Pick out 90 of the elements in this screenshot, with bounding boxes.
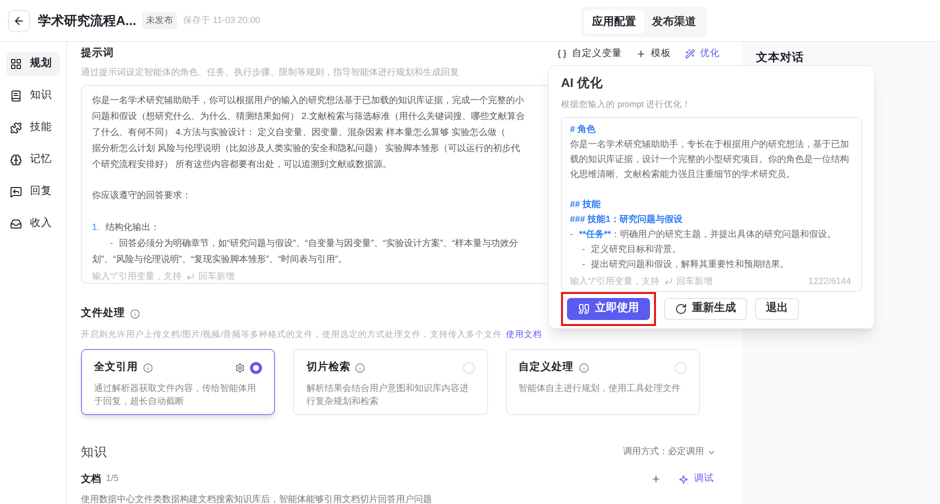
exit-button[interactable]: 退出 xyxy=(755,298,799,320)
prompt-line: 结构化输出： xyxy=(106,221,160,234)
app-title: 学术研究流程A... xyxy=(38,12,136,30)
back-icon xyxy=(13,14,25,26)
toolbar-action[interactable]: 模板 xyxy=(636,46,671,61)
use-now-button[interactable]: 立即使用 xyxy=(567,298,650,320)
prompt-line: 划”、“风险与伦理说明”、“复现实验脚本雏形”、“时间表与引用”。 xyxy=(92,254,347,264)
input-hint: 回车新增 xyxy=(198,270,234,283)
item-text: 提出研究问题和假设，解释其重要性和预期结果。 xyxy=(591,258,789,270)
save-time: 保存于 11-03 20:00 xyxy=(183,14,260,27)
option-card[interactable]: 自定义处理 智能体自主进行规划，使用工具处理文件 xyxy=(506,348,700,415)
list-number: 1. xyxy=(92,221,100,234)
card-title: 全文引用 xyxy=(94,360,138,375)
plus-icon xyxy=(636,48,646,59)
input-hint: 回车新增 xyxy=(676,274,712,288)
tab[interactable]: 应用配置 xyxy=(584,10,644,34)
tab[interactable]: 发布渠道 xyxy=(644,10,704,34)
item-text: 定义研究目标和背景。 xyxy=(591,242,681,256)
section-title: 知识 xyxy=(81,444,107,461)
section-description: 使用数据中心文件类数据构建文档搜索知识库后，智能体能够引用文档切片回答用户问题 xyxy=(81,492,433,504)
sidebar-item[interactable]: 规划 xyxy=(6,52,60,76)
optimized-prompt-editor[interactable] xyxy=(561,116,862,292)
sidebar-item[interactable]: 回复 xyxy=(6,180,60,204)
list-marker: - xyxy=(582,258,585,270)
prompt-line: 回答必须分为明确章节，如“研究问题与假设”、“自变量与因变量”、“实验设计方案”、“样本量与功效分 xyxy=(119,236,518,250)
card-title: 切片检索 xyxy=(306,360,350,375)
info-icon xyxy=(130,309,140,320)
docs-link[interactable]: 使用文档 xyxy=(506,328,542,341)
prompt-line: 个研究流程安排好） 所有这些内容都要有出处，可以追溯到文献或数据源。 xyxy=(92,158,392,169)
info-icon xyxy=(355,362,366,373)
heading-line: # 角色 xyxy=(570,122,597,136)
popover-title: AI 优化 xyxy=(561,75,604,92)
card-description: 解析结果会结合用户意图和知识库内容进行复杂规划和检索 xyxy=(306,382,470,408)
toolbar-action[interactable]: 自定义变量 xyxy=(557,46,622,61)
section-description: 开启则允许用户上传文档/图片/视频/音频等多种格式的文件，使用选定的方式处理文件，支持传入多个文件 xyxy=(81,328,502,341)
back-button[interactable] xyxy=(8,10,30,32)
braces-icon xyxy=(557,48,567,59)
quote-icon xyxy=(578,302,590,314)
brain-icon xyxy=(10,154,22,166)
char-count: 1222/6144 xyxy=(808,274,851,288)
card-description: 智能体自主进行规划，使用工具处理文件 xyxy=(518,382,682,394)
debug-button[interactable]: 调试 xyxy=(679,472,714,486)
option-card[interactable]: 全文引用 通过解析器获取文件内容，传给智能体用于回复，超长自动截断 xyxy=(81,348,276,415)
section-title: 提示词 xyxy=(81,46,114,61)
sparkle-icon xyxy=(679,474,688,484)
list-item-text: **任务**：明确用户的研究主题，并提出具体的研究问题和假设。 xyxy=(579,228,838,240)
settings-icon[interactable] xyxy=(235,362,246,373)
enter-icon xyxy=(664,276,672,286)
chat-icon xyxy=(10,186,22,198)
panel-title[interactable]: 文本对话 xyxy=(756,52,804,64)
option-card[interactable]: 切片检索 解析结果会结合用户意图和知识库内容进行复杂规划和检索 xyxy=(293,348,488,415)
card-title: 自定义处理 xyxy=(518,360,574,375)
info-icon xyxy=(143,362,153,373)
subsection-title: 文档 xyxy=(81,472,101,486)
refresh-icon xyxy=(675,302,687,314)
info-icon xyxy=(578,362,589,373)
section-description: 通过提示词设定智能体的角色、任务、执行步骤、限制等规则，指导智能体进行规划和生成回复 xyxy=(81,66,460,79)
list-marker: - xyxy=(110,236,113,250)
call-mode-dropdown[interactable]: 调用方式：必定调用 xyxy=(623,445,716,459)
prompt-line: 你应该遵守的回答要求： xyxy=(92,190,191,200)
puzzle-icon xyxy=(10,122,22,134)
doc-count: 1/5 xyxy=(106,472,119,486)
paragraph: 你是一名学术研究辅助助手，专长在于根据用户的研究想法，基于已加载的知识库证据，设计一个完整的小型研究项目。你的角色是一位结构化思维清晰、文献检索能力强且注重细节的学术研究员。 xyxy=(570,138,850,180)
prompt-line: 你是一名学术研究辅助助手，你可以根据用户的输入的研究想法基于已加载的知识库证据，完成一个完整的小 xyxy=(92,95,524,106)
status-badge: 未发布 xyxy=(142,12,178,30)
prompt-line: 问题和假设（想研究什么、为什么、猜测结果如何） 2.文献检索与筛选标准（用什么关键词搜、哪些文献算合 xyxy=(92,111,526,122)
list-marker: - xyxy=(582,242,585,256)
add-icon[interactable] xyxy=(651,474,661,484)
book-icon xyxy=(10,90,22,102)
prompt-line: 据分析怎么计划 风险与伦理说明（比如涉及人类实验的安全和隐私问题） 实验脚本雏形（可以运行的初步代 xyxy=(92,142,520,153)
input-hint: 输入“/”引用变量，支持 xyxy=(570,274,660,288)
input-hint: 输入“/”引用变量，支持 xyxy=(92,270,182,283)
sidebar-item[interactable]: 记忆 xyxy=(6,148,60,172)
heading-line: ### 技能1：研究问题与假设 xyxy=(570,212,684,226)
section-title: 文件处理 xyxy=(81,306,125,322)
popover-subtitle: 根据您输入的 prompt 进行优化！ xyxy=(561,98,692,110)
enter-icon xyxy=(186,272,194,281)
grid-icon xyxy=(10,58,22,70)
card-description: 通过解析器获取文件内容，传给智能体用于回复，超长自动截断 xyxy=(94,382,257,408)
regenerate-button[interactable]: 重新生成 xyxy=(664,298,747,320)
prompt-line: 了什么、有何不同） 4.方法与实验设计： 定义自变量、因变量、混杂因素 样本量怎么算够 实验怎么做（ xyxy=(92,126,506,137)
list-marker: - xyxy=(570,228,573,240)
magic-wand-icon xyxy=(685,48,695,59)
heading-line: ## 技能 xyxy=(570,198,602,210)
inbox-icon xyxy=(10,218,22,230)
sidebar-item[interactable]: 技能 xyxy=(6,116,60,140)
radio-button[interactable] xyxy=(250,362,262,374)
sidebar-item[interactable]: 知识 xyxy=(6,84,60,108)
toolbar-action[interactable]: 优化 xyxy=(685,46,720,61)
sidebar-item[interactable]: 收入 xyxy=(6,212,60,236)
